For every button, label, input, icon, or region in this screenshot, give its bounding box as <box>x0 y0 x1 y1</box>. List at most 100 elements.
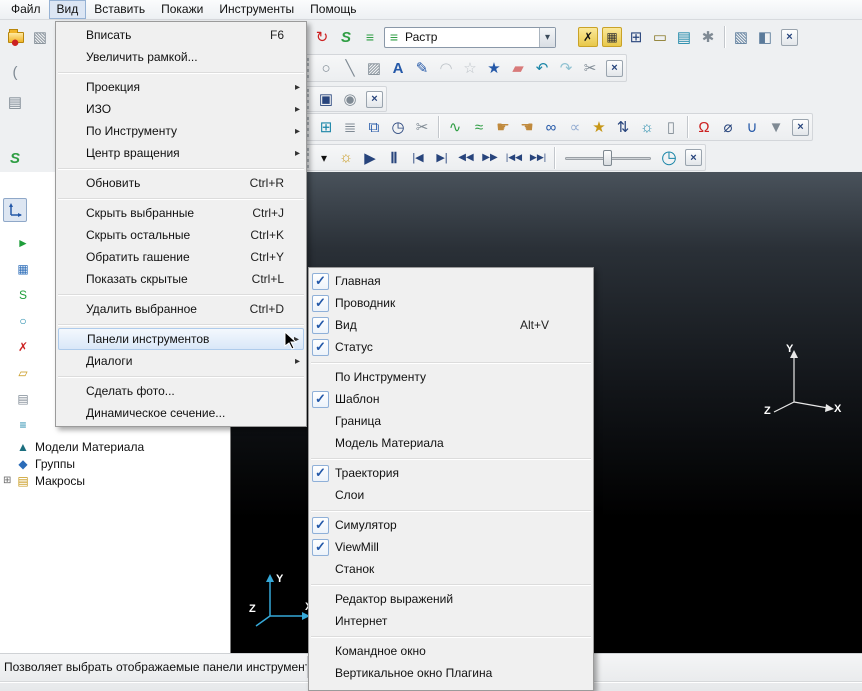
submenu-item-boundary[interactable]: ✓ Граница <box>309 410 593 432</box>
menu-item-rotation-center[interactable]: Центр вращения ▸ <box>56 142 306 164</box>
menu-item-dynamic-section[interactable]: Динамическое сечение... ▸ <box>56 402 306 424</box>
pen-icon[interactable]: ✎ <box>410 56 434 80</box>
menubar-item-display[interactable]: Покажи <box>153 0 211 19</box>
menubar-item-tools[interactable]: Инструменты <box>211 0 302 19</box>
stamp-icon[interactable]: ▼ <box>764 115 788 139</box>
axes-view-button[interactable] <box>3 198 27 222</box>
save-icon[interactable]: ▣ <box>314 87 338 111</box>
play-button[interactable]: ▶ <box>358 146 382 170</box>
line-icon[interactable]: ╲ <box>338 56 362 80</box>
scissors-icon[interactable]: ✂ <box>578 56 602 80</box>
menubar-item-view[interactable]: Вид <box>48 0 87 19</box>
slider-thumb[interactable] <box>603 149 612 166</box>
menu-item-show-hidden[interactable]: Показать скрытые Ctrl+L ▸ <box>56 268 306 290</box>
menu-item-refresh[interactable]: Обновить Ctrl+R ▸ <box>56 172 306 194</box>
fast-forward-button[interactable]: ▶▶ <box>478 146 502 170</box>
curve-editor-icon[interactable]: A <box>386 56 410 80</box>
menu-item-dialogs[interactable]: Диалоги ▸ <box>56 350 306 372</box>
star-icon[interactable]: ★ <box>482 56 506 80</box>
toolpath-delete-icon[interactable]: ✗ <box>578 27 598 47</box>
submenu-item-pattern[interactable]: ✓ Шаблон <box>309 388 593 410</box>
menu-item-zoom-box[interactable]: Увеличить рамкой... ▸ <box>56 46 306 68</box>
submenu-item-plugin-window[interactable]: ✓ Вертикальное окно Плагина <box>309 662 593 684</box>
hand-left-icon[interactable]: ☚ <box>515 115 539 139</box>
go-end-button[interactable]: ▶▶| <box>526 146 550 170</box>
clock-icon[interactable]: ◷ <box>386 115 410 139</box>
ellipse-icon[interactable]: ○ <box>314 56 338 80</box>
submenu-item-machine[interactable]: ✓ Станок <box>309 558 593 580</box>
table-icon[interactable]: ⊞ <box>314 115 338 139</box>
iso-view-icon[interactable]: S <box>334 25 358 49</box>
menu-item-from-tool[interactable]: По Инструменту ▸ <box>56 120 306 142</box>
record-icon[interactable]: ◉ <box>338 87 362 111</box>
surface-icon[interactable]: ▨ <box>362 56 386 80</box>
close-toolbar-button[interactable]: × <box>792 118 809 136</box>
sort-icon[interactable]: ⇅ <box>611 115 635 139</box>
submenu-item-layers[interactable]: ✓ Слои <box>309 484 593 506</box>
light-icon[interactable]: ☼ <box>334 146 358 170</box>
hand-right-icon[interactable]: ☛ <box>491 115 515 139</box>
menu-item-iso[interactable]: ИЗО ▸ <box>56 98 306 120</box>
iso-sketch-icon[interactable]: S <box>3 146 27 170</box>
pattern-icon[interactable]: ▦ <box>602 27 622 47</box>
submenu-item-command-window[interactable]: ✓ Командное окно <box>309 640 593 662</box>
menu-item-hide-selected[interactable]: Скрыть выбранные Ctrl+J ▸ <box>56 202 306 224</box>
holder-icon[interactable]: ∪ <box>740 115 764 139</box>
sim-dropdown-icon[interactable]: ▾ <box>314 148 334 168</box>
close-toolbar-button[interactable]: × <box>606 59 623 77</box>
menu-item-delete-selected[interactable]: Удалить выбранное Ctrl+D ▸ <box>56 298 306 320</box>
lead-curve-icon[interactable]: ∿ <box>443 115 467 139</box>
pause-button[interactable]: Ⅱ <box>382 146 406 170</box>
eraser-icon[interactable]: ▰ <box>506 56 530 80</box>
menubar-item-file[interactable]: Файл <box>3 0 49 19</box>
menu-item-toolbars[interactable]: Панели инструментов ▸ <box>58 328 304 350</box>
tools-icon[interactable]: ✱ <box>696 25 720 49</box>
star-icon[interactable]: ★ <box>587 115 611 139</box>
lamp-icon[interactable]: ☼ <box>635 115 659 139</box>
submenu-item-toolpath[interactable]: ✓ Траектория <box>309 462 593 484</box>
magnet-icon[interactable]: Ω <box>692 115 716 139</box>
menu-item-projection[interactable]: Проекция ▸ <box>56 76 306 98</box>
submenu-item-stock-model[interactable]: ✓ Модель Материала <box>309 432 593 454</box>
curve-icon[interactable]: ( <box>3 60 27 84</box>
plot-sphere-icon[interactable]: ● <box>3 30 27 54</box>
close-toolbar-button[interactable]: × <box>685 149 702 166</box>
undo-icon[interactable]: ↶ <box>530 56 554 80</box>
sim-clock-icon[interactable]: ◷ <box>657 146 681 170</box>
step-forward-button[interactable]: ▶| <box>430 146 454 170</box>
shade-icon[interactable]: ≡ <box>358 25 382 49</box>
menu-item-hide-others[interactable]: Скрыть остальные Ctrl+K ▸ <box>56 224 306 246</box>
close-toolbar-button[interactable]: × <box>366 90 383 108</box>
expander-icon[interactable]: ⊞ <box>3 475 15 486</box>
links-alt-icon[interactable]: ∝ <box>563 115 587 139</box>
palette-icon[interactable]: ▤ <box>3 90 27 114</box>
submenu-item-expression-editor[interactable]: ✓ Редактор выражений <box>309 588 593 610</box>
submenu-item-viewmill[interactable]: ✓ ViewMill <box>309 536 593 558</box>
submenu-item-view[interactable]: ✓ Вид Alt+V <box>309 314 593 336</box>
links-icon[interactable]: ∞ <box>539 115 563 139</box>
shading-mode-combo[interactable]: ≡ Растр ▾ <box>384 26 556 48</box>
submenu-item-main[interactable]: ✓ Главная <box>309 270 593 292</box>
cut-icon[interactable]: ✂ <box>410 115 434 139</box>
refresh-view-icon[interactable]: ↻ <box>310 25 334 49</box>
menubar-item-insert[interactable]: Вставить <box>86 0 153 19</box>
import-icon[interactable]: ▧ <box>28 25 52 49</box>
star-dim-icon[interactable]: ☆ <box>458 56 482 80</box>
submenu-item-internet[interactable]: ✓ Интернет <box>309 610 593 632</box>
menu-item-invert-hidden[interactable]: Обратить гашение Ctrl+Y ▸ <box>56 246 306 268</box>
redo-icon[interactable]: ↷ <box>554 56 578 80</box>
menu-item-fit[interactable]: Вписать F6 ▸ <box>56 24 306 46</box>
submenu-item-from-tool[interactable]: ✓ По Инструменту <box>309 366 593 388</box>
close-toolbar-button[interactable]: × <box>781 28 798 46</box>
go-start-button[interactable]: |◀◀ <box>502 146 526 170</box>
submenu-item-explorer[interactable]: ✓ Проводник <box>309 292 593 314</box>
delete-icon[interactable]: ▯ <box>659 115 683 139</box>
menu-item-snapshot[interactable]: Сделать фото... ▸ <box>56 380 306 402</box>
measure-icon[interactable]: ▭ <box>648 25 672 49</box>
copy-icon[interactable]: ⧉ <box>362 115 386 139</box>
list-icon[interactable]: ≣ <box>338 115 362 139</box>
submenu-item-status[interactable]: ✓ Статус <box>309 336 593 358</box>
tree-item-groups[interactable]: ⊞ ◆ Группы <box>0 455 230 472</box>
arc-icon[interactable]: ◠ <box>434 56 458 80</box>
smooth-curve-icon[interactable]: ≈ <box>467 115 491 139</box>
